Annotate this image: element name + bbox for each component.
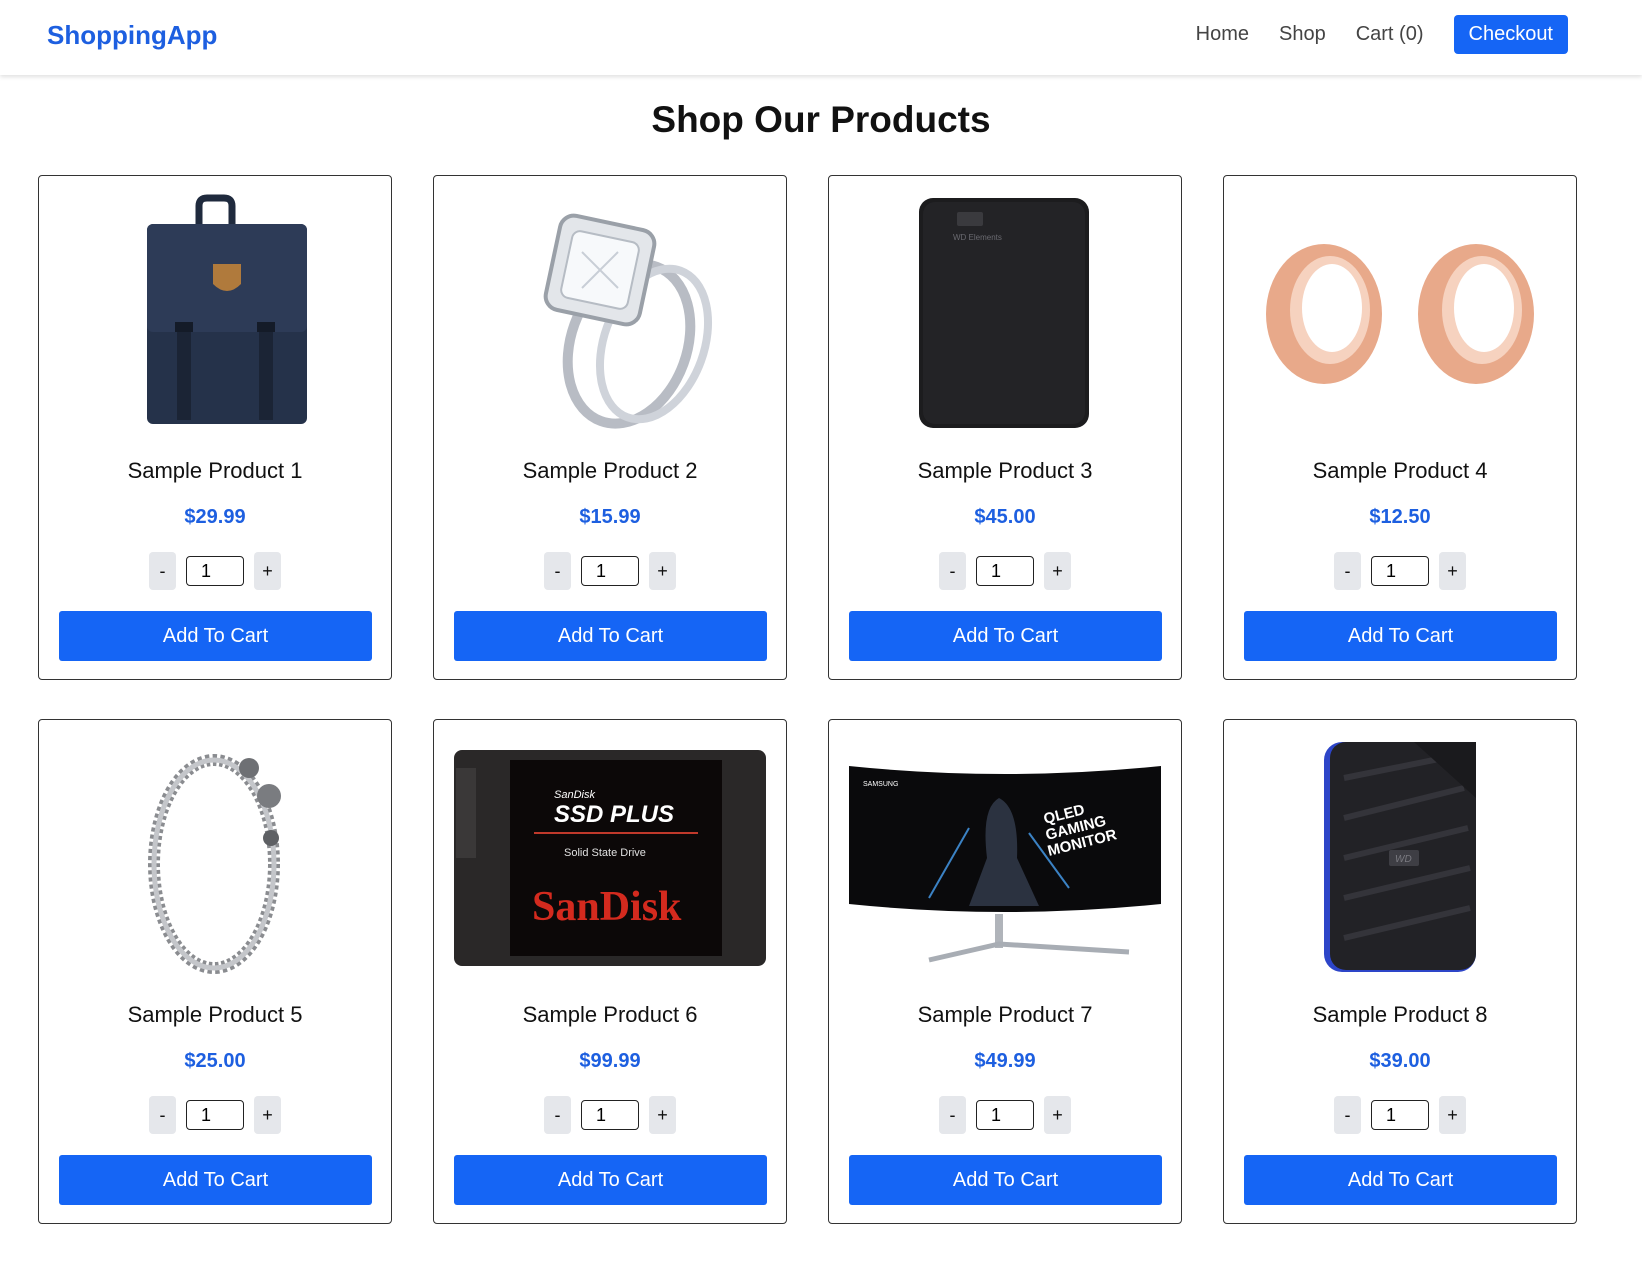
product-image[interactable] xyxy=(59,194,371,434)
quantity-input[interactable] xyxy=(581,556,639,586)
product-image[interactable]: WD Elements xyxy=(849,194,1161,434)
page-title: Shop Our Products xyxy=(651,99,991,140)
product-name: Sample Product 8 xyxy=(1312,1002,1488,1027)
diamond-ring-image xyxy=(543,213,713,429)
decrease-quantity-button[interactable]: - xyxy=(149,1096,176,1134)
brand-logo[interactable]: ShoppingApp xyxy=(47,20,217,51)
bracelet-image xyxy=(148,754,281,974)
add-to-cart-button[interactable]: Add To Cart xyxy=(849,611,1162,661)
nav-home-link[interactable]: Home xyxy=(1196,23,1249,46)
product-name: Sample Product 7 xyxy=(917,1002,1093,1027)
product-price: $99.99 xyxy=(579,1050,641,1072)
quantity-stepper: - + xyxy=(829,552,1181,590)
product-image[interactable] xyxy=(454,194,766,434)
curved-monitor-image: SAMSUNG QLED GAMING MONITOR xyxy=(849,766,1161,963)
add-to-cart-button[interactable]: Add To Cart xyxy=(1244,611,1557,661)
wd-logo-text: WD xyxy=(1395,854,1412,865)
product-card: SAMSUNG QLED GAMING MONITOR Sample Produ… xyxy=(828,719,1182,1224)
quantity-input[interactable] xyxy=(976,1100,1034,1130)
quantity-input[interactable] xyxy=(1371,1100,1429,1130)
add-to-cart-button[interactable]: Add To Cart xyxy=(1244,1155,1557,1205)
increase-quantity-button[interactable]: + xyxy=(649,1096,676,1134)
ssd-title-text: SSD PLUS xyxy=(554,801,674,828)
add-to-cart-button[interactable]: Add To Cart xyxy=(454,1155,767,1205)
decrease-quantity-button[interactable]: - xyxy=(1334,552,1361,590)
add-to-cart-button[interactable]: Add To Cart xyxy=(59,1155,372,1205)
product-price: $12.50 xyxy=(1369,506,1431,528)
sandisk-ssd-image: SanDisk SSD PLUS Solid State Drive SanDi… xyxy=(454,750,766,966)
add-to-cart-button[interactable]: Add To Cart xyxy=(849,1155,1162,1205)
product-name: Sample Product 1 xyxy=(127,458,303,483)
product-image[interactable]: SanDisk SSD PLUS Solid State Drive SanDi… xyxy=(454,738,766,978)
decrease-quantity-button[interactable]: - xyxy=(544,1096,571,1134)
increase-quantity-button[interactable]: + xyxy=(1439,552,1466,590)
product-name: Sample Product 6 xyxy=(522,1002,698,1027)
product-price: $49.99 xyxy=(974,1050,1036,1072)
decrease-quantity-button[interactable]: - xyxy=(149,552,176,590)
product-card: Sample Product 5 $25.00 - + Add To Cart xyxy=(38,719,392,1224)
product-name: Sample Product 2 xyxy=(522,458,698,483)
increase-quantity-button[interactable]: + xyxy=(254,1096,281,1134)
add-to-cart-button[interactable]: Add To Cart xyxy=(454,611,767,661)
rose-gold-plugs-image xyxy=(1266,244,1534,384)
ssd-sub-text: Solid State Drive xyxy=(564,847,646,859)
add-to-cart-button[interactable]: Add To Cart xyxy=(59,611,372,661)
product-price: $25.00 xyxy=(184,1050,246,1072)
product-price: $45.00 xyxy=(974,506,1036,528)
product-card: Sample Product 4 $12.50 - + Add To Cart xyxy=(1223,175,1577,680)
quantity-stepper: - + xyxy=(1224,552,1576,590)
nav-cart-link[interactable]: Cart (0) xyxy=(1356,23,1424,46)
product-card: WD Elements Sample Product 3 $45.00 - + … xyxy=(828,175,1182,680)
increase-quantity-button[interactable]: + xyxy=(1044,1096,1071,1134)
product-card: Sample Product 1 $29.99 - + Add To Cart xyxy=(38,175,392,680)
external-drive-image: WD Elements xyxy=(919,198,1089,428)
product-card: WD Sample Product 8 $39.00 - + Add To Ca… xyxy=(1223,719,1577,1224)
product-card: SanDisk SSD PLUS Solid State Drive SanDi… xyxy=(433,719,787,1224)
product-image[interactable] xyxy=(1244,194,1556,434)
decrease-quantity-button[interactable]: - xyxy=(939,1096,966,1134)
decrease-quantity-button[interactable]: - xyxy=(544,552,571,590)
decrease-quantity-button[interactable]: - xyxy=(939,552,966,590)
top-navbar: ShoppingApp Home Shop Cart (0) Checkout xyxy=(0,0,1642,75)
quantity-input[interactable] xyxy=(581,1100,639,1130)
quantity-stepper: - + xyxy=(39,552,391,590)
product-image[interactable]: WD xyxy=(1244,738,1556,978)
nav-shop-link[interactable]: Shop xyxy=(1279,23,1326,46)
decrease-quantity-button[interactable]: - xyxy=(1334,1096,1361,1134)
increase-quantity-button[interactable]: + xyxy=(1439,1096,1466,1134)
drive-logo-text: WD Elements xyxy=(953,233,1002,242)
product-price: $39.00 xyxy=(1369,1050,1431,1072)
product-price: $29.99 xyxy=(184,506,246,528)
quantity-input[interactable] xyxy=(1371,556,1429,586)
quantity-stepper: - + xyxy=(829,1096,1181,1134)
product-name: Sample Product 5 xyxy=(127,1002,303,1027)
portable-drive-image: WD xyxy=(1324,742,1476,972)
increase-quantity-button[interactable]: + xyxy=(254,552,281,590)
quantity-stepper: - + xyxy=(39,1096,391,1134)
quantity-input[interactable] xyxy=(976,556,1034,586)
quantity-stepper: - + xyxy=(434,1096,786,1134)
quantity-stepper: - + xyxy=(1224,1096,1576,1134)
monitor-brand-text: SAMSUNG xyxy=(863,781,898,788)
increase-quantity-button[interactable]: + xyxy=(649,552,676,590)
quantity-stepper: - + xyxy=(434,552,786,590)
nav-links: Home Shop Cart (0) Checkout xyxy=(1166,15,1568,54)
ssd-small-text: SanDisk xyxy=(554,789,595,801)
increase-quantity-button[interactable]: + xyxy=(1044,552,1071,590)
product-image[interactable]: SAMSUNG QLED GAMING MONITOR xyxy=(849,738,1161,978)
backpack-image xyxy=(147,194,307,424)
product-name: Sample Product 3 xyxy=(917,458,1093,483)
quantity-input[interactable] xyxy=(186,556,244,586)
quantity-input[interactable] xyxy=(186,1100,244,1130)
product-grid: Sample Product 1 $29.99 - + Add To Cart … xyxy=(38,175,1579,1224)
product-card: Sample Product 2 $15.99 - + Add To Cart xyxy=(433,175,787,680)
ssd-brand-text: SanDisk xyxy=(532,884,682,930)
product-price: $15.99 xyxy=(579,506,641,528)
checkout-button[interactable]: Checkout xyxy=(1453,15,1568,54)
product-image[interactable] xyxy=(59,738,371,978)
product-name: Sample Product 4 xyxy=(1312,458,1488,483)
